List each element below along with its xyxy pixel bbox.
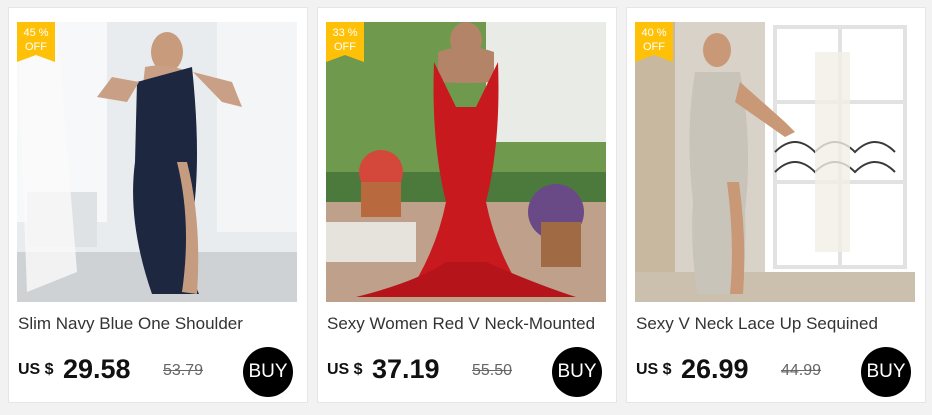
price-currency: US $: [18, 361, 54, 378]
product-photo-navy-dress: [17, 22, 297, 302]
buy-button[interactable]: BUY: [243, 347, 293, 397]
discount-badge: 40 % OFF: [635, 22, 673, 62]
discount-off-label: OFF: [334, 41, 356, 53]
discount-badge: 33 % OFF: [326, 22, 364, 62]
product-photo-red-dress: [326, 22, 606, 302]
product-image[interactable]: [326, 22, 606, 302]
discount-percent: 40 %: [641, 27, 667, 39]
product-image[interactable]: [635, 22, 915, 302]
product-title[interactable]: Slim Navy Blue One Shoulder: [18, 314, 300, 334]
discount-off-label: OFF: [25, 41, 47, 53]
product-photo-silver-dress: [635, 22, 915, 302]
original-price: 55.50: [472, 362, 513, 379]
original-price: 53.79: [163, 362, 204, 379]
original-price: 44.99: [781, 362, 822, 379]
price-currency: US $: [327, 361, 363, 378]
discount-badge: 45 % OFF: [17, 22, 55, 62]
product-grid: 45 % OFF Slim Navy Blue One Shoulder US …: [0, 0, 932, 415]
product-card[interactable]: 40 % OFF Sexy V Neck Lace Up Sequined US…: [626, 7, 926, 403]
sale-price: 37.19: [372, 354, 440, 384]
sale-price: 26.99: [681, 354, 749, 384]
product-title[interactable]: Sexy Women Red V Neck-Mounted: [327, 314, 609, 334]
product-image[interactable]: [17, 22, 297, 302]
discount-percent: 45 %: [23, 27, 49, 39]
sale-price: 29.58: [63, 354, 131, 384]
price-currency: US $: [636, 361, 672, 378]
buy-button[interactable]: BUY: [552, 347, 602, 397]
product-card[interactable]: 33 % OFF Sexy Women Red V Neck-Mounted U…: [317, 7, 617, 403]
product-title[interactable]: Sexy V Neck Lace Up Sequined: [636, 314, 918, 334]
product-card[interactable]: 45 % OFF Slim Navy Blue One Shoulder US …: [8, 7, 308, 403]
discount-off-label: OFF: [643, 41, 665, 53]
buy-button[interactable]: BUY: [861, 347, 911, 397]
discount-percent: 33 %: [332, 27, 358, 39]
